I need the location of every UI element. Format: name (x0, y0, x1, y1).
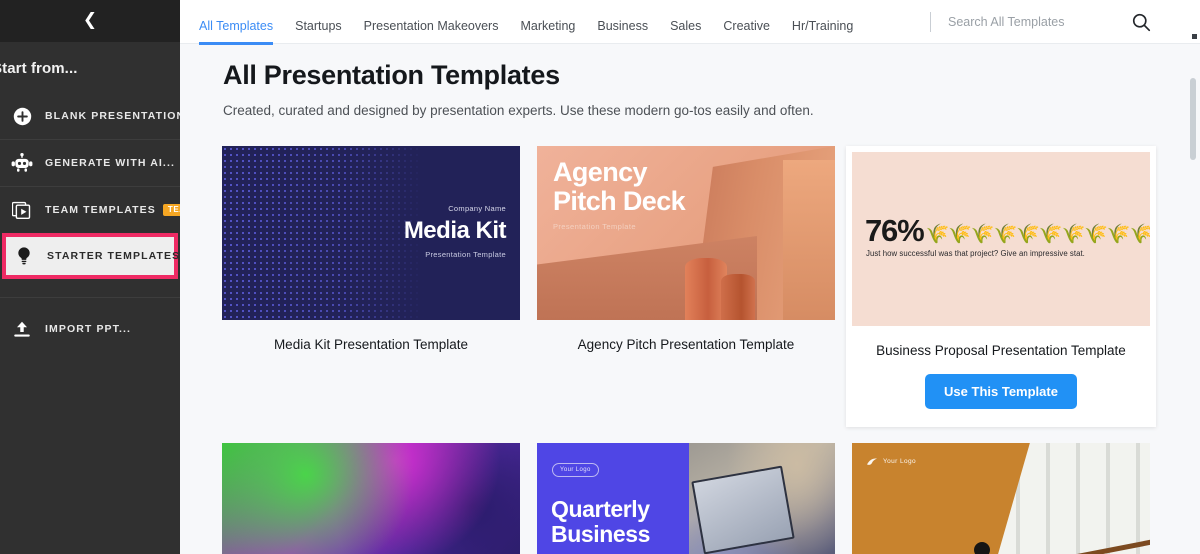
templates-grid: Company Name Media Kit Presentation Temp… (222, 146, 1162, 554)
thumbnail-text: Quarterly Business (551, 495, 651, 549)
slides-play-icon (8, 196, 36, 224)
wheat-icon: 🌾 (970, 224, 995, 246)
page-subtitle: Created, curated and designed by present… (223, 103, 814, 118)
thumbnail-text: Agency Pitch Deck Presentation Template (553, 157, 686, 232)
template-thumbnail[interactable]: Company Name Media Kit Presentation Temp… (222, 146, 520, 320)
template-card-business-proposal[interactable]: 76% 🌾 🌾 🌾 🌾 🌾 🌾 🌾 🌾 🌾 🌾 Just how success… (846, 146, 1156, 427)
wheat-icon-group: 🌾 🌾 🌾 🌾 🌾 🌾 🌾 🌾 🌾 🌾 (925, 225, 1150, 244)
thumb-title: Media Kit (403, 217, 507, 244)
sidebar-item-label: STARTER TEMPLATES (47, 250, 180, 262)
template-card-event-recap[interactable]: Event Recap Presentation Template (222, 442, 520, 554)
tab-presentation-makeovers[interactable]: Presentation Makeovers (364, 20, 499, 44)
wheat-icon-faded: 🌾 (1106, 224, 1131, 246)
main-content: All Templates Startups Presentation Make… (180, 0, 1200, 554)
thumb-stat-caption: Just how successful was that project? Gi… (866, 249, 1085, 258)
templates-row: Company Name Media Kit Presentation Temp… (222, 146, 1162, 427)
plus-circle-icon (8, 102, 36, 130)
tab-creative[interactable]: Creative (723, 20, 770, 44)
chevron-left-icon[interactable]: ❮ (83, 11, 97, 29)
thumb-logo-row: Your Logo (866, 457, 916, 467)
thumb-logo-label: Your Logo (883, 458, 916, 466)
sidebar-item-import-ppt[interactable]: IMPORT PPT... (0, 306, 180, 352)
templates-content: All Presentation Templates Created, cura… (180, 34, 1200, 554)
template-caption: Media Kit Presentation Template (273, 337, 469, 352)
cylinder-decoration (721, 274, 755, 320)
team-badge: TEAM (162, 203, 180, 217)
template-thumbnail[interactable]: Your Logo Quarterly Business (537, 442, 835, 554)
tab-hr-training[interactable]: Hr/Training (792, 20, 853, 44)
search-input[interactable] (948, 15, 1148, 29)
template-thumbnail[interactable]: Event Recap Presentation Template (222, 442, 520, 554)
logo-mark-icon (866, 457, 878, 467)
template-thumbnail[interactable]: Agency Pitch Deck Presentation Template (537, 146, 835, 320)
thumb-title-line1: Agency (553, 157, 648, 187)
thumb-logo-placeholder: Your Logo (552, 462, 599, 477)
search-area (930, 0, 1148, 44)
sidebar-item-label: IMPORT PPT... (45, 323, 132, 335)
page-title: All Presentation Templates (223, 60, 560, 90)
thumb-subtitle: Presentation Template (425, 250, 506, 259)
templates-row: Event Recap Presentation Template (222, 442, 1162, 554)
template-card-agency-pitch[interactable]: Agency Pitch Deck Presentation Template … (537, 146, 835, 427)
sidebar-item-team-templates[interactable]: TEAM TEMPLATES TEAM (0, 187, 180, 233)
template-card-architecture[interactable]: Your Logo (852, 442, 1150, 554)
thumbnail-stat-row: 76% 🌾 🌾 🌾 🌾 🌾 🌾 🌾 🌾 🌾 🌾 (865, 213, 1150, 248)
tab-marketing[interactable]: Marketing (520, 20, 575, 44)
sidebar-nav-list: BLANK PRESENTATION GENERATE WITH AI... T… (0, 93, 180, 352)
template-card-quarterly-business[interactable]: Your Logo Quarterly Business (537, 442, 835, 554)
sidebar-section-title: Start from... (0, 60, 78, 77)
sidebar-item-starter-templates[interactable]: STARTER TEMPLATES (2, 233, 180, 279)
app-root: ❮ Start from... BLANK PRESENTATION GENER… (0, 0, 1200, 554)
vertical-scrollbar[interactable] (1190, 78, 1196, 160)
sidebar-divider (0, 297, 180, 298)
template-caption: Business Proposal Presentation Template (876, 343, 1126, 358)
wheat-icon: 🌾 (948, 224, 972, 246)
thumb-title-line2: Pitch Deck (553, 186, 686, 217)
thumb-title-line2: Business (551, 521, 651, 548)
sidebar-item-label: TEAM TEMPLATES (45, 204, 156, 216)
sidebar-topbar: ❮ (0, 0, 180, 42)
wheat-icon: 🌾 (925, 224, 950, 246)
template-thumbnail[interactable]: 76% 🌾 🌾 🌾 🌾 🌾 🌾 🌾 🌾 🌾 🌾 Just how success… (852, 152, 1150, 326)
wheat-icon: 🌾 (1038, 224, 1063, 246)
left-sidebar: ❮ Start from... BLANK PRESENTATION GENER… (0, 0, 180, 554)
tab-sales[interactable]: Sales (670, 20, 701, 44)
search-divider (930, 12, 931, 32)
thumb-stat-value: 76% (865, 213, 925, 248)
use-this-template-button[interactable]: Use This Template (925, 373, 1077, 409)
robot-icon (8, 149, 36, 177)
search-icon[interactable] (1130, 11, 1152, 33)
wheat-icon: 🌾 (1084, 224, 1108, 246)
template-caption: Agency Pitch Presentation Template (577, 337, 795, 352)
template-card-media-kit[interactable]: Company Name Media Kit Presentation Temp… (222, 146, 520, 427)
lightbulb-icon (10, 242, 38, 270)
category-topnav: All Templates Startups Presentation Make… (180, 0, 1200, 44)
thumbnail-text: Company Name Media Kit Presentation Temp… (403, 204, 507, 259)
photo-decoration (689, 442, 835, 554)
laptop-decoration (691, 465, 795, 554)
upload-icon (8, 315, 36, 343)
wall-edge-decoration (783, 160, 835, 320)
thumb-title-line1: Quarterly (551, 495, 650, 522)
scroll-corner-marker (1192, 34, 1197, 39)
wheat-icon: 🌾 (993, 224, 1018, 246)
wheat-icon-faded: 🌾 (1129, 224, 1151, 246)
tab-business[interactable]: Business (597, 20, 648, 44)
wheat-icon: 🌾 (1061, 224, 1086, 246)
sidebar-item-label: BLANK PRESENTATION (45, 110, 180, 122)
thumb-eyebrow: Company Name (448, 204, 506, 213)
thumb-subtitle: Presentation Template (553, 222, 636, 232)
tab-all-templates[interactable]: All Templates (199, 20, 274, 44)
sidebar-item-generate-with-ai[interactable]: GENERATE WITH AI... PRO (0, 140, 180, 186)
template-thumbnail[interactable]: Your Logo (852, 442, 1150, 554)
category-tabs: All Templates Startups Presentation Make… (180, 0, 875, 44)
sidebar-item-label: GENERATE WITH AI... (45, 157, 175, 169)
wheat-icon: 🌾 (1016, 224, 1040, 246)
sidebar-item-blank-presentation[interactable]: BLANK PRESENTATION (0, 93, 180, 139)
tab-startups[interactable]: Startups (295, 20, 342, 44)
